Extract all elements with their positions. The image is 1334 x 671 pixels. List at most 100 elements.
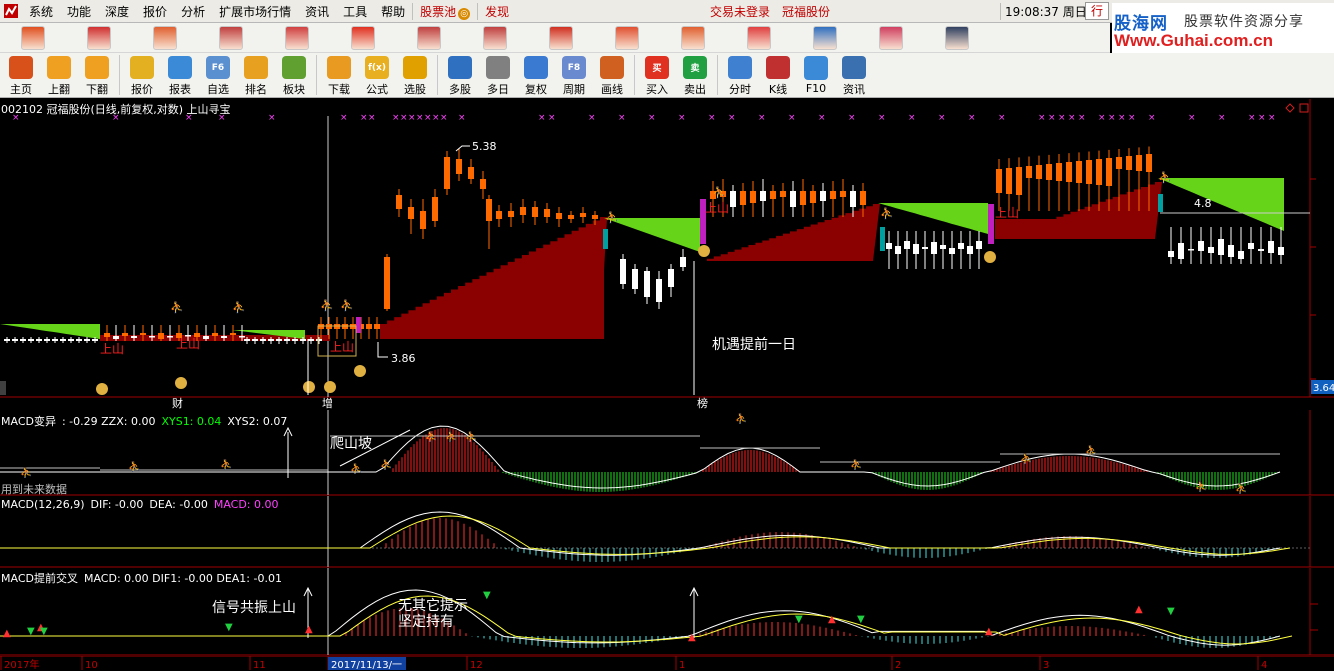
kline-chart-canvas[interactable]: × × × × × × × × × × × × × × × × × × × × × × × × × × × × × × × × × × × × × × × ×… <box>0 99 1334 410</box>
f8-icon: F8 <box>562 56 586 79</box>
top-signal-marker: × <box>1248 113 1256 123</box>
candle-body <box>996 169 1002 193</box>
quote-row-button[interactable]: 行 <box>1085 2 1109 20</box>
toolbar-button-buy[interactable]: 买买入 <box>638 53 676 97</box>
toolbar-button-table[interactable]: 报表 <box>161 53 199 97</box>
feature-shortcut-icon[interactable] <box>945 25 969 50</box>
toolbar-button-restore[interactable]: 复权 <box>517 53 555 97</box>
toolbar-button-pick-stock[interactable]: 选股 <box>396 53 434 97</box>
kline-chart-panel[interactable]: 002102 冠福股份(日线,前复权,对数) 上山寻宝 × × × × × × × × × × × ×… <box>0 99 1334 410</box>
feature-shortcut-icon[interactable] <box>417 25 441 50</box>
menu-item-extended-market[interactable]: 扩展市场行情 <box>212 3 298 20</box>
menu-item-discover[interactable]: 发现 <box>477 2 516 20</box>
macd-early-cross-panel[interactable]: ▲ ▲ ▲ ▲ ▲ ▲ ▲ ▼ ▼ ▼ ▼ ▼ ▼ ▼ 信号共振上山 无其它提示 坚定持有 MACD提前交叉 MA… <box>0 568 1334 656</box>
feature-shortcut-icon[interactable] <box>21 25 45 50</box>
feature-shortcut-icon[interactable] <box>681 25 705 50</box>
trade-login-status[interactable]: 交易未登录 <box>710 3 770 20</box>
top-signal-marker: × <box>424 113 432 123</box>
signal-bar <box>356 317 361 333</box>
toolbar-button-news[interactable]: 资讯 <box>835 53 873 97</box>
runner-icon: ⛹ <box>170 300 184 314</box>
toolbar-button-multi-stock[interactable]: 多股 <box>441 53 479 97</box>
toolbar-button-arrow-down[interactable]: 下翻 <box>78 53 116 97</box>
feature-shortcut-icon[interactable] <box>351 25 375 50</box>
hold-firmly-annotation: 坚定持有 <box>398 614 454 630</box>
toolbar-button-kline[interactable]: K线 <box>759 53 797 97</box>
feature-shortcut-icon[interactable] <box>483 25 507 50</box>
menu-item-function[interactable]: 功能 <box>60 3 98 20</box>
toolbar-button-formula[interactable]: f(x) 公式 <box>358 53 396 97</box>
candle-body <box>52 339 58 341</box>
feature-shortcut-icon[interactable] <box>285 25 309 50</box>
toolbar-button-clock[interactable]: 多日 <box>479 53 517 97</box>
macd-panel[interactable]: MACD(12,26,9) DIF: -0.00 DEA: -0.00 MACD: 0… <box>0 496 1334 568</box>
pick-stock-icon <box>403 56 427 79</box>
top-signal-marker: × <box>938 113 946 123</box>
macd-line <box>0 511 1281 556</box>
macd-variant-panel[interactable]: 爬山坡 ⛹ ⛹ ⛹ ⛹ ⛹ ⛹ ⛹ ⛹ ⛹ ⛹ ⛹ ⛹ ⛹ ⛹ MACD变异: -0.29 ZZX: 0.0… <box>0 410 1334 496</box>
menu-item-system[interactable]: 系统 <box>22 3 60 20</box>
brand-url[interactable]: Www.Guhai.com.cn <box>1114 31 1273 51</box>
candle-body <box>1178 243 1184 259</box>
date-axis: 2017年 10 11 2017/11/13/一 12 1 2 3 4 <box>0 656 1334 671</box>
toolbar-button-f6[interactable]: F6 自选 <box>199 53 237 97</box>
toolbar-button-label: 多股 <box>449 83 471 96</box>
feature-shortcut-icon[interactable] <box>549 25 573 50</box>
toolbar-button-blocks[interactable]: 板块 <box>275 53 313 97</box>
toolbar-button-rank[interactable]: 排名 <box>237 53 275 97</box>
candle-body <box>967 246 973 254</box>
date-axis-label: 10 <box>85 660 98 671</box>
runner-icon: ⛹ <box>605 210 619 224</box>
candle-body <box>1188 249 1194 251</box>
feature-shortcut-icon[interactable] <box>747 25 771 50</box>
candle-body <box>1146 154 1152 172</box>
menu-item-help[interactable]: 帮助 <box>374 3 412 20</box>
candle-body <box>140 333 146 335</box>
candle-body <box>1248 243 1254 249</box>
feature-shortcut-icon[interactable] <box>615 25 639 50</box>
candle-body <box>456 159 462 174</box>
runner-icon: ⛹ <box>220 458 232 471</box>
toolbar-button-arrow-up[interactable]: 上翻 <box>40 53 78 97</box>
sell-signal-arrow-icon: ▼ <box>795 614 803 625</box>
menu-item-news[interactable]: 资讯 <box>298 3 336 20</box>
candle-body <box>76 339 82 341</box>
menu-item-stock-pool[interactable]: 股票池 ◎ <box>412 2 477 20</box>
feature-shortcut-icon[interactable] <box>153 25 177 50</box>
signal-resonance-annotation: 信号共振上山 <box>212 600 296 616</box>
f6-icon: F6 <box>206 56 230 79</box>
toolbar-button-label: 上翻 <box>48 83 70 96</box>
sell-icon: 卖 <box>683 56 707 79</box>
toolbar-button-yuan[interactable]: 报价 <box>123 53 161 97</box>
feature-shortcut-icon[interactable] <box>219 25 243 50</box>
feature-shortcut-icon[interactable] <box>87 25 111 50</box>
top-signal-marker: × <box>218 113 226 123</box>
feature-shortcut-icon[interactable] <box>813 25 837 50</box>
diamond-icon <box>1285 103 1295 113</box>
runner-icon: ⛹ <box>445 430 457 443</box>
candle-body <box>592 215 598 219</box>
toolbar-button-sell[interactable]: 卖卖出 <box>676 53 714 97</box>
top-signal-marker: × <box>538 113 546 123</box>
axis-background <box>0 656 1334 671</box>
toolbar-button-intraday[interactable]: 分时 <box>721 53 759 97</box>
candle-body <box>92 339 98 341</box>
menu-item-quote[interactable]: 报价 <box>136 3 174 20</box>
menu-item-depth[interactable]: 深度 <box>98 3 136 20</box>
candle-body <box>292 339 298 341</box>
trading-app-window: 系统 功能 深度 报价 分析 扩展市场行情 资讯 工具 帮助 股票池 ◎ 发现 交… <box>0 0 1334 671</box>
date-axis-label: 2 <box>895 660 901 671</box>
toolbar-button-label: F10 <box>805 82 827 95</box>
toolbar-button-download[interactable]: 下载 <box>320 53 358 97</box>
top-signal-marker: × <box>408 113 416 123</box>
toolbar-button-f10[interactable]: F10 <box>797 53 835 97</box>
feature-shortcut-icon[interactable] <box>879 25 903 50</box>
candle-body <box>1268 241 1274 253</box>
top-signal-marker: × <box>908 113 916 123</box>
candle-body <box>668 269 674 287</box>
toolbar-button-draw-line[interactable]: 画线 <box>593 53 631 97</box>
toolbar-button-home[interactable]: 主页 <box>2 53 40 97</box>
menu-item-analysis[interactable]: 分析 <box>174 3 212 20</box>
toolbar-button-f8[interactable]: F8 周期 <box>555 53 593 97</box>
menu-item-tools[interactable]: 工具 <box>336 3 374 20</box>
